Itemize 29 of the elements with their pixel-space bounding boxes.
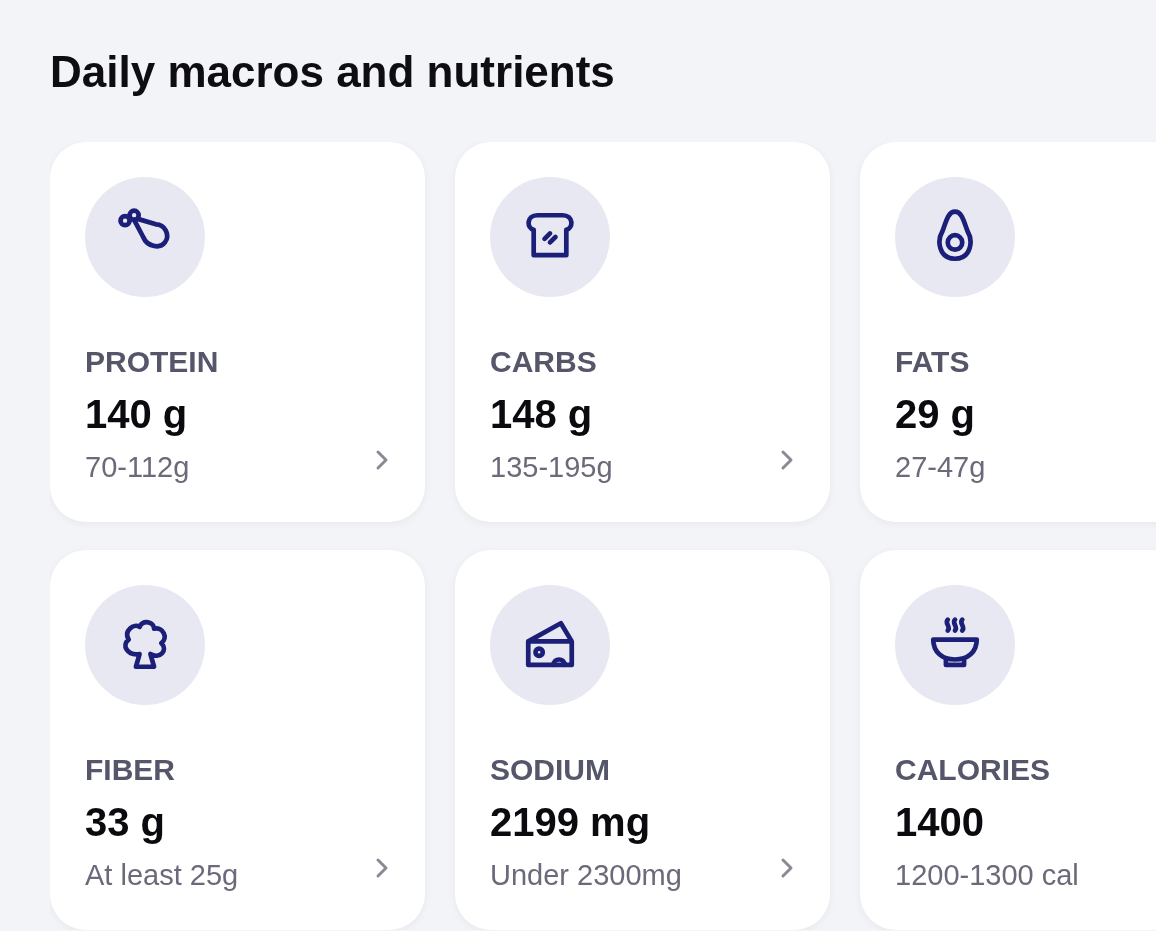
nutrient-value: 1400 [895,799,985,846]
nutrient-label: CALORIES [895,752,1051,788]
nutrient-label: SODIUM [490,752,611,788]
nutrient-value: 33 g [85,799,167,846]
nutrient-value: 29 g [895,391,977,438]
nutrient-value: 148 g [490,391,594,438]
nutrient-label: CARBS [490,344,598,380]
nutrient-label: PROTEIN [85,344,219,380]
chevron-right-icon [375,449,389,471]
nutrient-label: FATS [895,344,971,380]
target-range: 70-112g [85,450,191,485]
chevron-right-icon [780,449,794,471]
target-range: At least 25g [85,858,239,893]
nutrient-card[interactable]: CARBS 148 g 135-195g [455,142,830,522]
nutrient-value: 140 g [85,391,189,438]
nutrient-card[interactable]: FIBER 33 g At least 25g [50,550,425,930]
section-title: Daily macros and nutrients [50,46,616,98]
nutrient-card[interactable]: FATS 29 g 27-47g [860,142,1156,522]
chevron-right-icon [780,857,794,879]
nutrient-card[interactable]: PROTEIN 140 g 70-112g [50,142,425,522]
nutrient-card[interactable]: SODIUM 2199 mg Under 2300mg [455,550,830,930]
chevron-right-icon [375,857,389,879]
nutrient-label: FIBER [85,752,176,788]
target-range: 135-195g [490,450,613,485]
target-range: Under 2300mg [490,858,682,893]
target-range: 1200-1300 cal [895,858,1079,893]
target-range: 27-47g [895,450,986,485]
nutrient-value: 2199 mg [490,799,652,846]
nutrient-card[interactable]: CALORIES 1400 1200-1300 cal [860,550,1156,930]
